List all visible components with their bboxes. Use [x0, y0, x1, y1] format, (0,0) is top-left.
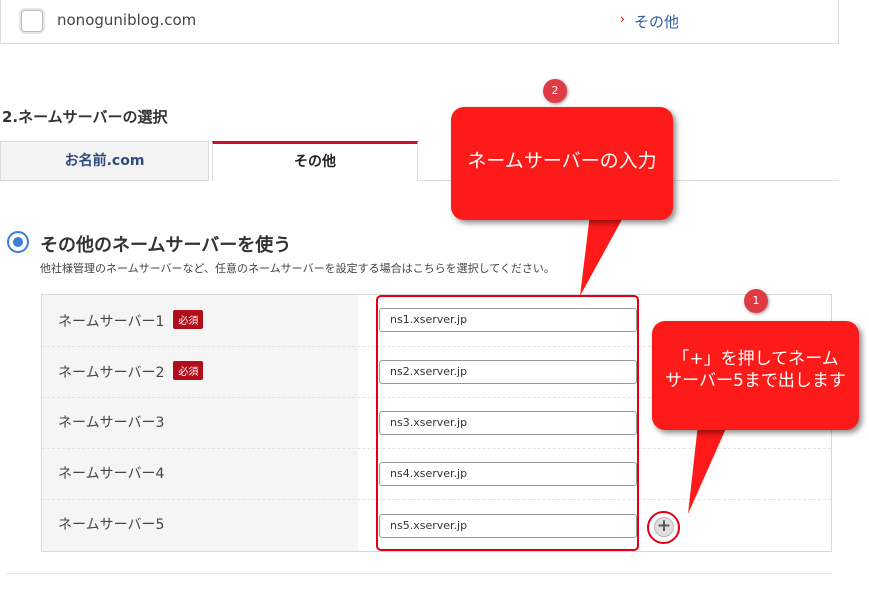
callout-press-plus: 「+」を押してネーム サーバー5まで出します — [652, 321, 859, 430]
callout-tails — [580, 214, 728, 514]
callout-2-tail — [580, 214, 625, 296]
callout-nameserver-input: ネームサーバーの入力 — [451, 107, 673, 220]
callout-1-tail — [688, 424, 728, 514]
callout-1-line1: 「+」を押してネーム — [672, 349, 839, 369]
step-badge-2: 2 — [543, 79, 567, 103]
callout-1-line2: サーバー5まで出します — [665, 371, 846, 391]
step-badge-1: 1 — [744, 289, 768, 313]
